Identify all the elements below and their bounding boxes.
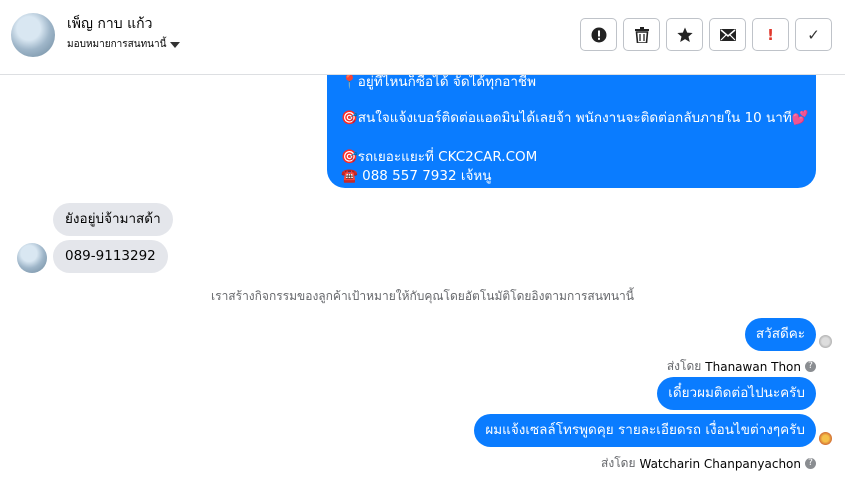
mark-unread-button[interactable] [709,18,746,51]
sent-by-line: ส่งโดย Thanawan Thon ? [667,357,816,376]
message-line: ☎️ 088 557 7932 เจ้หนู [341,168,492,184]
assign-label: มอบหมายการสนทนานี้ [67,39,167,50]
trash-icon [634,26,649,43]
follow-up-button[interactable]: ! [752,18,789,51]
message-line: 🎯สนใจแจ้งเบอร์ติดต่อแอดมินได้เลยจ้า พนัก… [341,110,809,126]
conversation-toolbar: ! ✓ [580,18,832,51]
sender-avatar [819,335,832,348]
alert-icon: ! [767,25,774,44]
conversation-header: เพ็ญ กาบ แก้ว มอบหมายการสนทนานี้ ! ✓ [0,0,845,75]
incoming-message[interactable]: 089-9113292 [53,240,168,273]
incoming-message[interactable]: ยังอยู่บ่จ้ามาสด้า [53,203,173,236]
mark-spam-button[interactable] [580,18,617,51]
outgoing-message[interactable]: เดี๋ยวผมติดต่อไปนะครับ [657,377,816,410]
star-icon [676,27,693,42]
sender-name[interactable]: Thanawan Thon [705,360,801,374]
sent-by-label: ส่งโดย [666,359,702,373]
contact-name[interactable]: เพ็ญ กาบ แก้ว [67,13,152,35]
system-note: เราสร้างกิจกรรมของลูกค้าเป้าหมายให้กับคุ… [211,289,634,303]
envelope-icon [719,28,736,41]
sender-name[interactable]: Watcharin Chanpanyachon [639,457,801,471]
assign-conversation-dropdown[interactable]: มอบหมายการสนทนานี้ [67,37,181,52]
outgoing-message[interactable]: ผมแจ้งเซลล์โทรพูดคุย รายละเอียดรถ เงื่อน… [474,414,816,447]
delete-button[interactable] [623,18,660,51]
help-icon[interactable]: ? [805,458,816,469]
sent-by-line: ส่งโดย Watcharin Chanpanyachon ? [601,454,816,473]
outgoing-message-block[interactable]: 📍อยู่ที่ไหนก็ซื้อได้ จัดได้ทุกอาชีพ 🎯สนใ… [327,60,816,188]
star-button[interactable] [666,18,703,51]
outgoing-message[interactable]: สวัสดีคะ [744,318,816,351]
checkmark-icon: ✓ [807,25,820,44]
contact-avatar-small [17,243,47,273]
mark-done-button[interactable]: ✓ [795,18,832,51]
exclamation-circle-icon [591,27,606,42]
contact-avatar[interactable] [11,13,55,57]
sent-by-label: ส่งโดย [601,456,636,470]
sender-avatar [819,432,832,445]
caret-down-icon [170,41,181,48]
help-icon[interactable]: ? [805,361,816,372]
